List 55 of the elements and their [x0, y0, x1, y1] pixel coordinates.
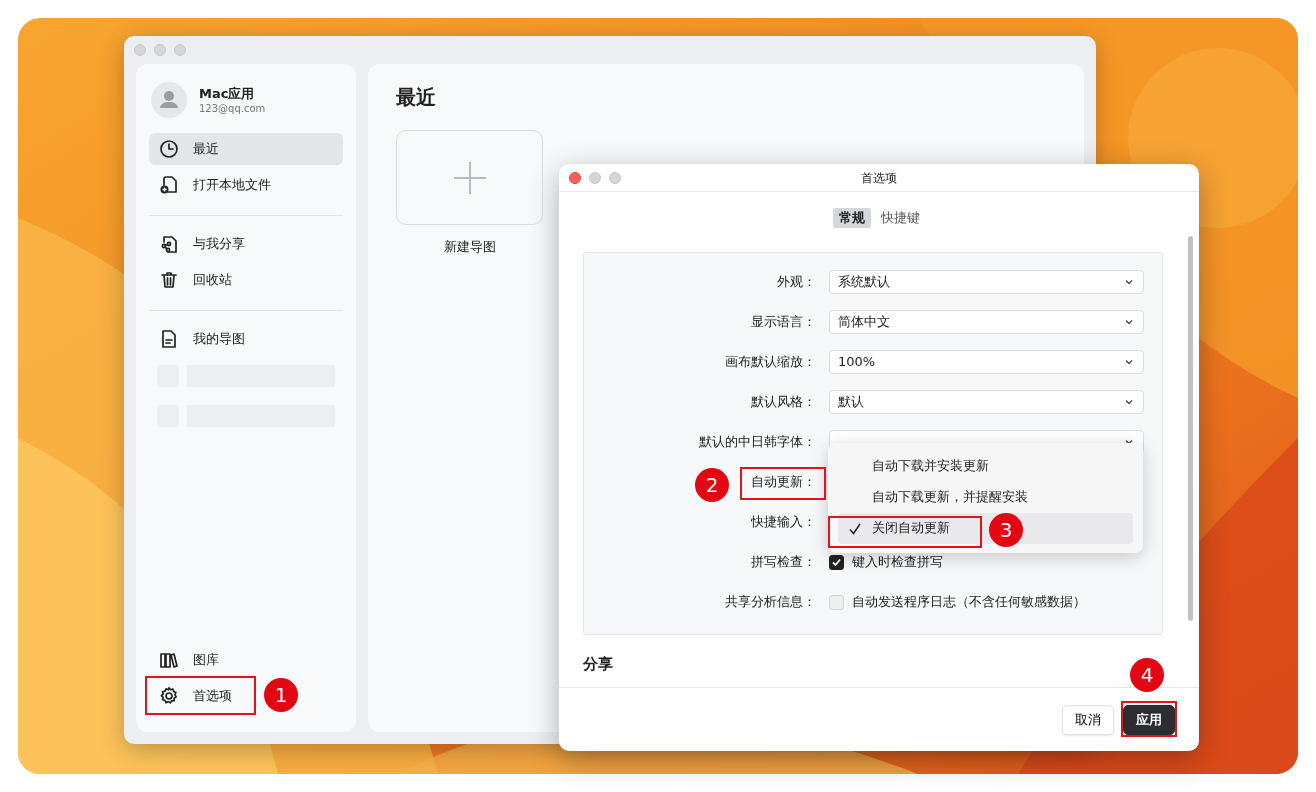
scrollbar[interactable] — [1188, 236, 1193, 621]
user-name: Mac应用 — [199, 85, 256, 102]
sidebar-item[interactable]: 回收站 — [149, 264, 343, 296]
dropdown-field[interactable]: 简体中文 — [829, 310, 1144, 334]
section-title: 最近 — [396, 84, 437, 111]
new-item-tile[interactable] — [396, 130, 543, 225]
field-label: 默认的中日韩字体： — [699, 434, 816, 450]
field-label: 自动更新： — [751, 474, 816, 490]
checkmark-icon — [848, 522, 862, 536]
menu-item[interactable]: 自动下载并安装更新 — [838, 451, 1133, 482]
field-label: 拼写检查： — [751, 554, 816, 570]
tile-label: 新建导图 — [442, 238, 497, 256]
user-email: 123@qq.com — [199, 101, 266, 115]
window-control[interactable] — [609, 172, 621, 184]
dropdown-field[interactable]: 100% — [829, 350, 1144, 374]
close-button[interactable] — [569, 172, 581, 184]
window-control[interactable] — [154, 44, 166, 56]
apply-button[interactable]: 应用 — [1123, 704, 1175, 735]
sidebar-item[interactable]: 我的导图 — [149, 323, 343, 355]
plus-icon — [451, 159, 488, 196]
gear-icon — [159, 686, 179, 706]
clock-icon — [159, 139, 179, 159]
menu-item[interactable]: 自动下载更新，并提醒安装 — [838, 482, 1133, 513]
window-control[interactable] — [589, 172, 601, 184]
cancel-button[interactable]: 取消 — [1062, 704, 1114, 735]
sidebar-item[interactable]: 图库 — [149, 644, 229, 676]
field-label: 共享分析信息： — [725, 594, 816, 610]
highlight-frame — [1121, 701, 1177, 737]
field-label: 快捷输入： — [751, 514, 816, 530]
trash-icon — [159, 270, 179, 290]
field-label: 默认风格： — [751, 394, 816, 410]
field-label: 显示语言： — [751, 314, 816, 330]
sidebar-item[interactable]: 与我分享 — [149, 228, 343, 260]
checkbox[interactable] — [829, 554, 844, 570]
tab[interactable]: 常规 — [832, 208, 871, 228]
checkmark-icon — [831, 556, 842, 568]
field-label: 外观： — [777, 274, 816, 290]
field-label: 画布默认缩放： — [725, 354, 816, 370]
file-share-icon — [159, 234, 179, 254]
dropdown-field[interactable]: 默认 — [829, 390, 1144, 414]
sidebar-item[interactable]: 首选项 — [149, 680, 242, 712]
avatar — [151, 82, 187, 118]
sidebar-item[interactable]: 打开本地文件 — [149, 169, 343, 201]
window-control[interactable] — [134, 44, 146, 56]
window-title: 首选项 — [861, 169, 897, 187]
sidebar-item[interactable]: 最近 — [149, 133, 343, 165]
checkbox-label: 自动发送程序日志（不含任何敏感数据） — [852, 593, 1086, 612]
tab[interactable]: 快捷键 — [874, 208, 926, 228]
document-icon — [159, 329, 179, 349]
checkbox-label: 键入时检查拼写 — [852, 553, 943, 572]
section-heading: 分享 — [583, 654, 613, 675]
file-plus-icon — [159, 175, 179, 195]
books-icon — [159, 650, 179, 670]
dropdown-field[interactable]: 系统默认 — [829, 270, 1144, 294]
window-control[interactable] — [174, 44, 186, 56]
